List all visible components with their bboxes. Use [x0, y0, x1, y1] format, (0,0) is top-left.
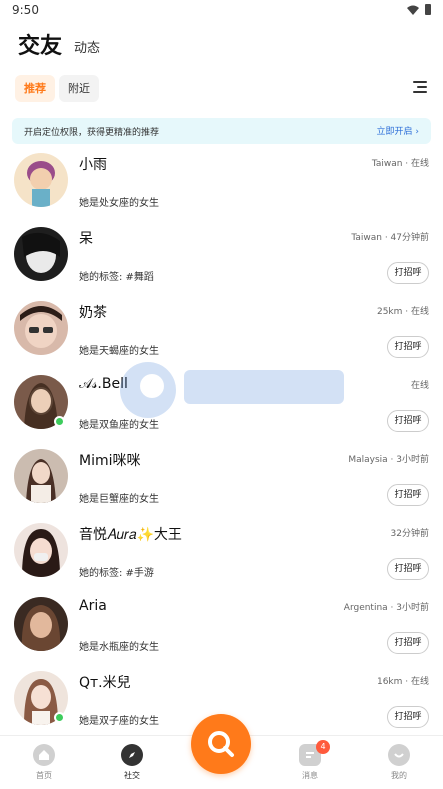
- user-meta: 25km · 在线: [376, 307, 429, 317]
- greet-button[interactable]: 打招呼: [387, 262, 429, 284]
- online-indicator: [54, 416, 65, 427]
- tab-moments[interactable]: 动态: [74, 37, 100, 56]
- greet-button[interactable]: 打招呼: [387, 484, 429, 506]
- user-meta: 32分钟前: [390, 529, 429, 539]
- user-name: Aria: [79, 598, 107, 614]
- list-item[interactable]: Aria Argentina · 3小时前 她是水瓶座的女生 打招呼: [0, 592, 443, 665]
- greet-button[interactable]: 打招呼: [387, 632, 429, 654]
- user-name: 呆: [79, 231, 93, 247]
- status-bar: 9:50: [0, 0, 443, 20]
- nav-social[interactable]: 社交: [102, 744, 162, 781]
- search-match-icon: [208, 731, 234, 757]
- enable-location-link[interactable]: 立即开启 ›: [377, 124, 419, 137]
- user-desc: 她是水瓶座的女生: [79, 642, 159, 653]
- avatar[interactable]: [14, 153, 68, 207]
- nav-home-label: 首页: [36, 771, 52, 780]
- compass-icon: [121, 744, 143, 766]
- user-meta: Taiwan · 在线: [371, 159, 429, 169]
- header: 交友 动态: [0, 24, 443, 64]
- avatar[interactable]: [14, 301, 68, 355]
- bottom-nav: 首页 社交 4 消息 我的: [0, 714, 443, 789]
- user-desc: 她是巨蟹座的女生: [79, 494, 159, 505]
- user-desc: 她是双子座的女生: [79, 716, 159, 727]
- list-item[interactable]: 呆 Taiwan · 47分钟前 她的标签: #舞蹈 打招呼: [0, 222, 443, 295]
- avatar[interactable]: [14, 523, 68, 577]
- user-name: 音悦𝐴𝑢𝑟𝑎✨大王: [79, 527, 182, 543]
- user-name: Qт.米兒: [79, 675, 131, 691]
- user-name: 小雨: [79, 157, 107, 173]
- user-name: 奶茶: [79, 305, 107, 321]
- watermark-logo: [120, 362, 344, 418]
- avatar-image: [14, 597, 68, 651]
- filter-row: 推荐 附近: [0, 75, 443, 103]
- wifi-icon: [407, 5, 419, 15]
- nav-social-label: 社交: [124, 771, 140, 780]
- avatar-image: [14, 153, 68, 207]
- greet-button[interactable]: 打招呼: [387, 706, 429, 728]
- greet-button[interactable]: 打招呼: [387, 410, 429, 432]
- user-meta: 在线: [410, 381, 429, 391]
- match-button[interactable]: [191, 714, 251, 774]
- list-item[interactable]: Mimi咪咪 Malaysia · 3小时前 她是巨蟹座的女生 打招呼: [0, 444, 443, 517]
- nav-messages[interactable]: 4 消息: [280, 740, 340, 781]
- avatar-image: [14, 227, 68, 281]
- avatar-image: [14, 523, 68, 577]
- filter-nearby[interactable]: 附近: [59, 75, 99, 102]
- user-meta: Taiwan · 47分钟前: [351, 233, 429, 243]
- tab-friends[interactable]: 交友: [18, 28, 62, 60]
- nav-home[interactable]: 首页: [14, 744, 74, 781]
- user-meta: Malaysia · 3小时前: [348, 455, 429, 465]
- list-item[interactable]: 小雨 Taiwan · 在线 她是处女座的女生: [0, 148, 443, 221]
- online-indicator: [54, 712, 65, 723]
- status-time: 9:50: [12, 3, 39, 17]
- home-icon: [33, 744, 55, 766]
- banner-text: 开启定位权限，获得更精准的推荐: [24, 128, 160, 138]
- nav-mine-label: 我的: [391, 771, 407, 780]
- avatar[interactable]: [14, 449, 68, 503]
- list-item[interactable]: 音悦𝐴𝑢𝑟𝑎✨大王 32分钟前 她的标签: #手游 打招呼: [0, 518, 443, 591]
- avatar-image: [14, 301, 68, 355]
- greet-button[interactable]: 打招呼: [387, 558, 429, 580]
- filter-recommend[interactable]: 推荐: [15, 75, 55, 102]
- avatar[interactable]: [14, 597, 68, 651]
- status-icons: [407, 4, 431, 15]
- nav-mine[interactable]: 我的: [369, 744, 429, 781]
- location-banner[interactable]: 开启定位权限，获得更精准的推荐 立即开启 ›: [12, 118, 431, 144]
- greet-button[interactable]: 打招呼: [387, 336, 429, 358]
- nav-messages-label: 消息: [302, 771, 318, 780]
- user-meta: 16km · 在线: [376, 677, 429, 687]
- user-desc: 她的标签: #舞蹈: [79, 272, 154, 283]
- enable-location-label: 立即开启: [376, 127, 413, 137]
- user-desc: 她的标签: #手游: [79, 568, 154, 579]
- messages-badge: 4: [316, 740, 330, 754]
- user-name: Mimi咪咪: [79, 453, 141, 469]
- filter-menu-icon[interactable]: [413, 81, 427, 95]
- user-meta: Argentina · 3小时前: [343, 603, 429, 613]
- user-desc: 她是处女座的女生: [79, 198, 159, 209]
- avatar[interactable]: [14, 227, 68, 281]
- avatar-image: [14, 449, 68, 503]
- profile-icon: [388, 744, 410, 766]
- battery-icon: [425, 4, 431, 15]
